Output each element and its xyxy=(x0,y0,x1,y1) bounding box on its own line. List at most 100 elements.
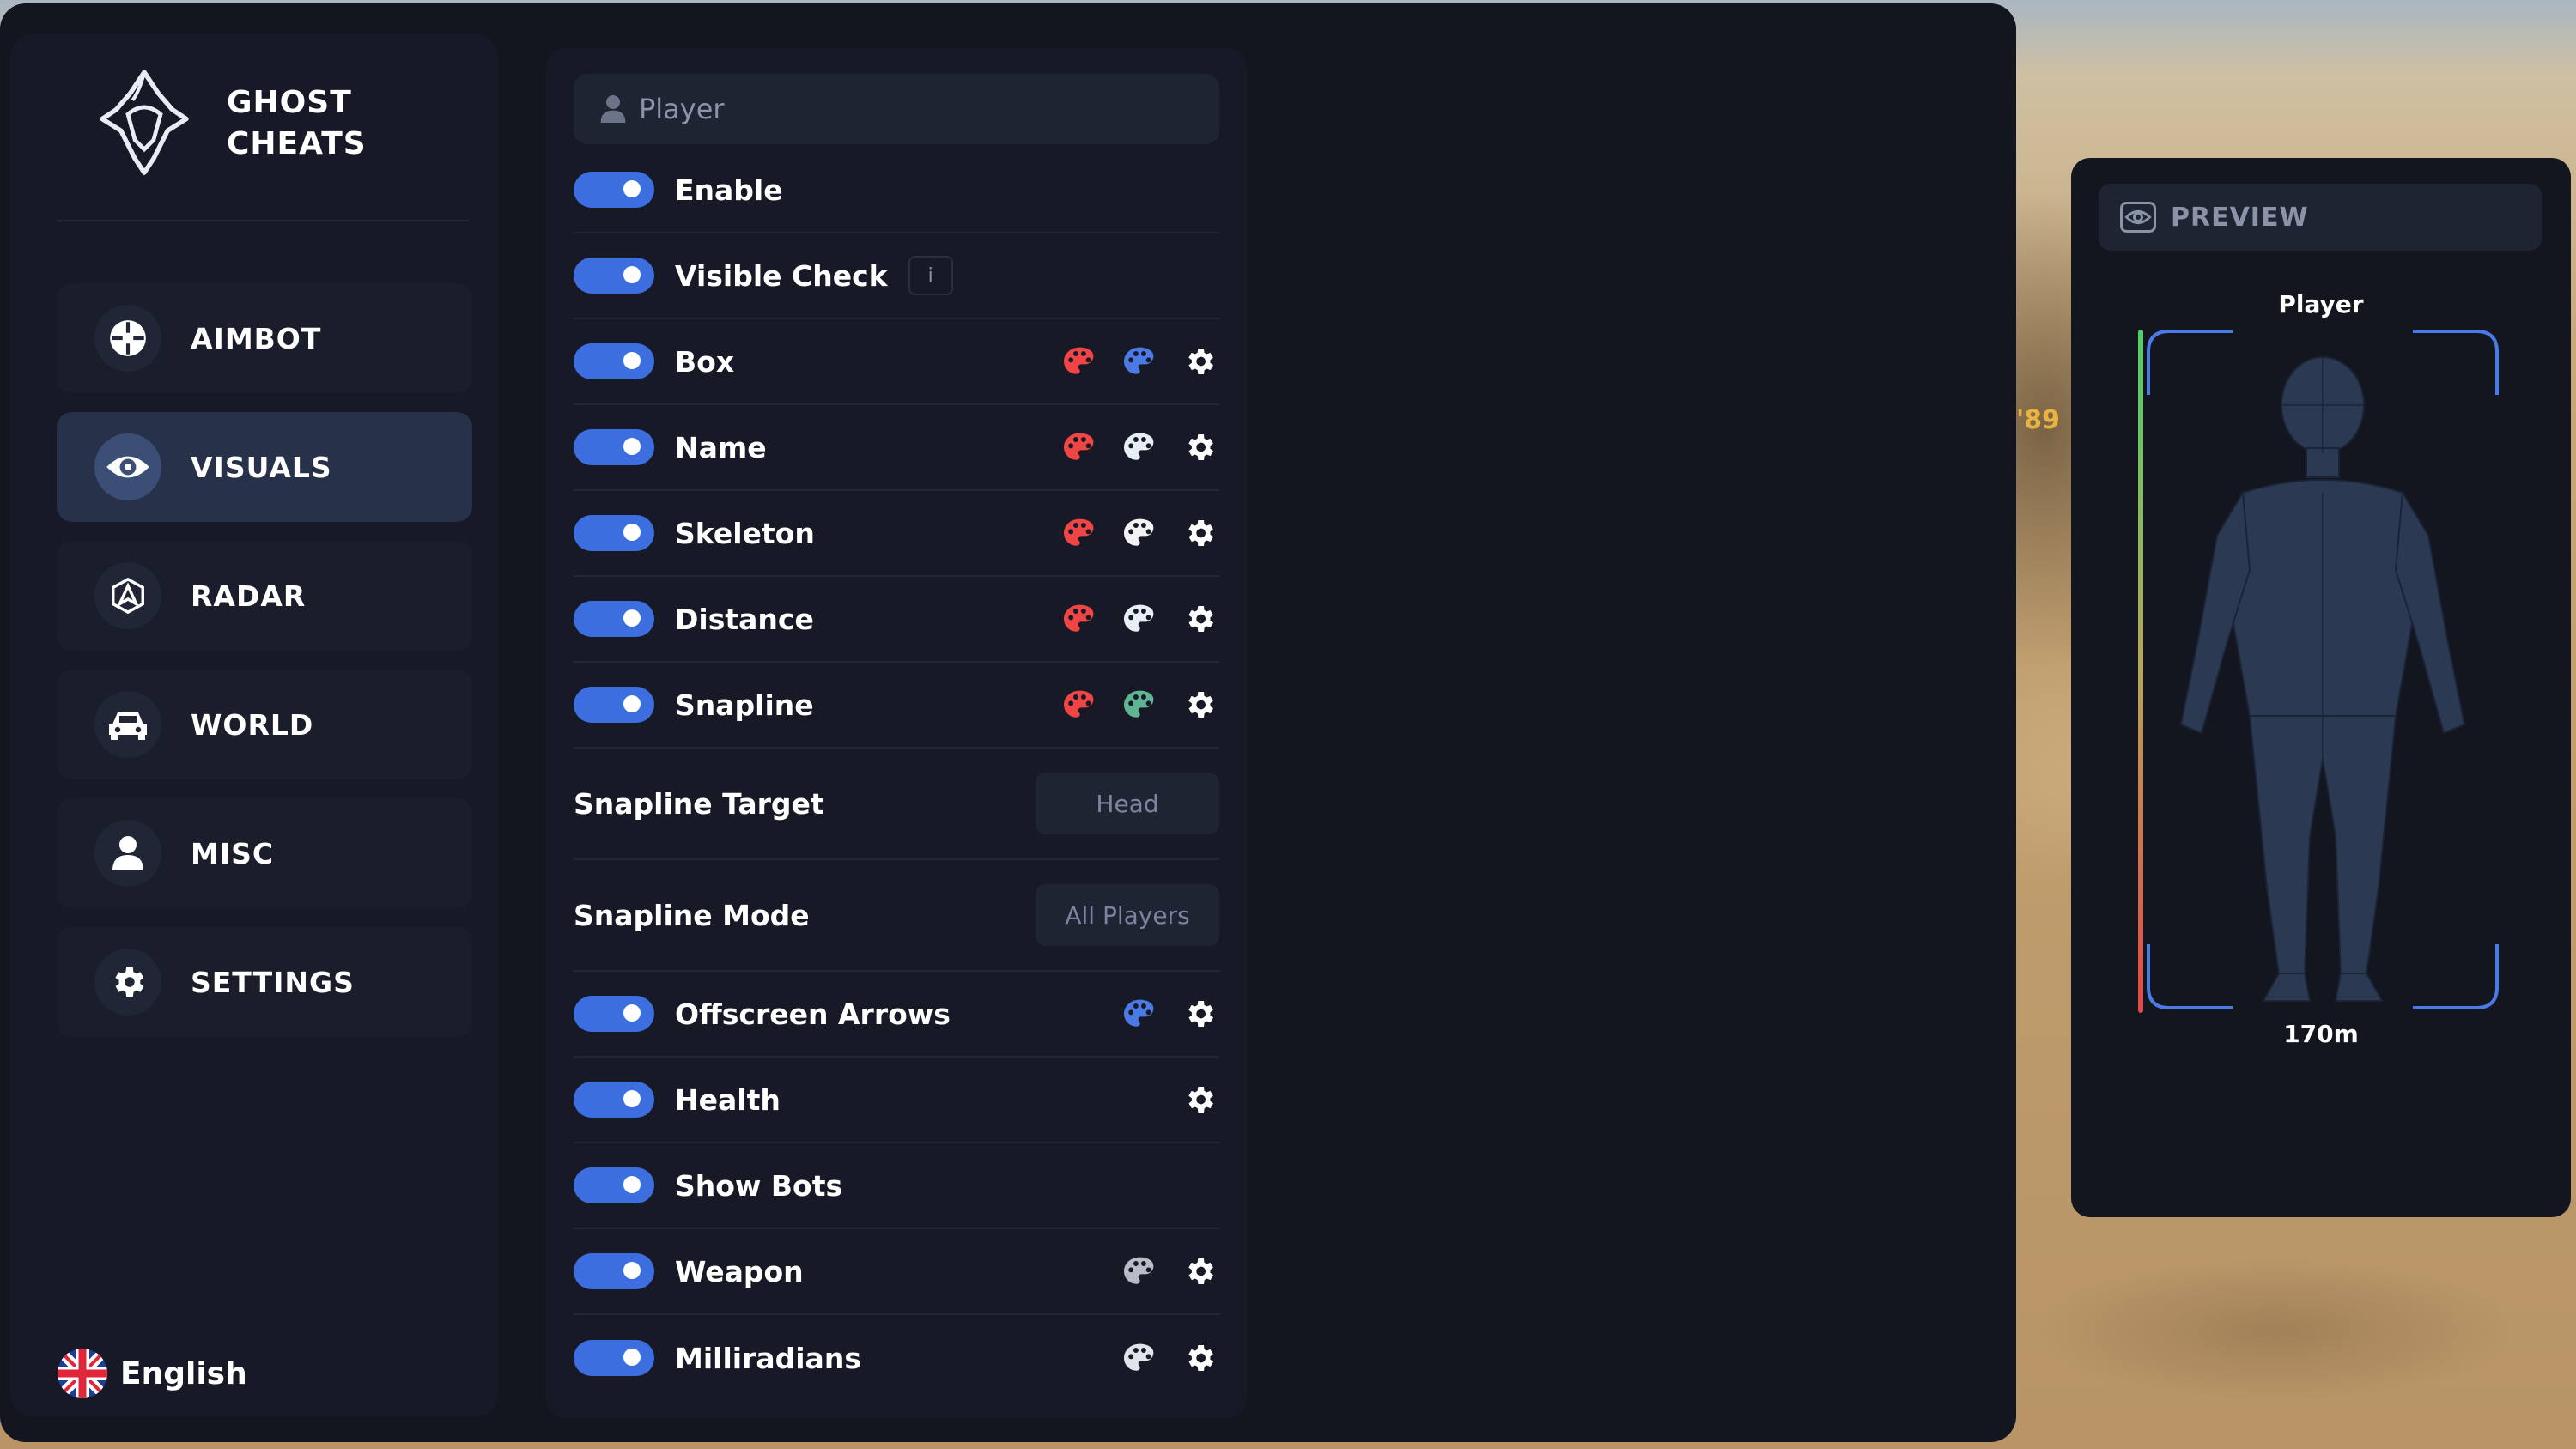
option-label: Name xyxy=(675,430,767,464)
radar-icon xyxy=(94,562,161,629)
option-row-enable: Enable xyxy=(574,148,1219,233)
color-picker-hidden-icon[interactable] xyxy=(1120,427,1159,467)
menu-window: GHOST CHEATS AIMBOT VISUALS RADAR WORLD … xyxy=(0,3,2016,1442)
option-row-health: Health xyxy=(574,1058,1219,1143)
color-picker-hidden-icon[interactable] xyxy=(1120,599,1159,639)
section-title: Player xyxy=(639,93,725,125)
color-picker-visible-icon[interactable] xyxy=(1060,513,1099,553)
eye-icon xyxy=(2120,202,2156,233)
user-icon xyxy=(600,95,626,123)
option-label: Distance xyxy=(675,602,814,636)
option-row-snapline: Snapline xyxy=(574,663,1219,749)
option-row-snapline-target: Snapline Target Head xyxy=(574,749,1219,860)
toggle-switch[interactable] xyxy=(574,172,654,208)
snapline-mode-dropdown[interactable]: All Players xyxy=(1036,884,1219,946)
language-label: English xyxy=(120,1355,247,1391)
crosshair-icon xyxy=(94,305,161,372)
option-label: Health xyxy=(675,1082,781,1117)
uk-flag-icon xyxy=(58,1349,107,1398)
settings-gear-icon[interactable] xyxy=(1180,599,1219,639)
preview-header: PREVIEW xyxy=(2099,184,2542,251)
color-picker-icon[interactable] xyxy=(1120,994,1159,1034)
sidebar-item-label: VISUALS xyxy=(191,450,332,484)
player-silhouette xyxy=(2179,356,2466,1002)
settings-gear-icon[interactable] xyxy=(1180,1338,1219,1378)
color-picker-visible-icon[interactable] xyxy=(1060,342,1099,381)
settings-gear-icon[interactable] xyxy=(1180,427,1219,467)
color-picker-icon[interactable] xyxy=(1120,1252,1159,1291)
sidebar-item-world[interactable]: WORLD xyxy=(57,670,472,779)
sidebar-item-radar[interactable]: RADAR xyxy=(57,541,472,651)
toggle-switch[interactable] xyxy=(574,996,654,1032)
option-row-visible-check: Visible Check i xyxy=(574,233,1219,319)
preview-panel: PREVIEW Player 170m xyxy=(2071,158,2571,1217)
settings-gear-icon[interactable] xyxy=(1180,1252,1219,1291)
sidebar-item-label: SETTINGS xyxy=(191,965,355,999)
settings-gear-icon[interactable] xyxy=(1180,342,1219,381)
toggle-switch[interactable] xyxy=(574,1253,654,1289)
option-label: Visible Check xyxy=(675,258,888,293)
option-label: Milliradians xyxy=(675,1341,861,1375)
option-row-name: Name xyxy=(574,405,1219,491)
color-picker-visible-icon[interactable] xyxy=(1060,427,1099,467)
sidebar-item-label: RADAR xyxy=(191,579,307,613)
preview-title: PREVIEW xyxy=(2171,202,2309,233)
toggle-switch[interactable] xyxy=(574,1167,654,1203)
option-label: Snapline Mode xyxy=(574,898,810,932)
ghost-logo-icon xyxy=(100,70,189,175)
settings-gear-icon[interactable] xyxy=(1180,1080,1219,1119)
visuals-panel: Player Enable Visible Check i Box Name S… xyxy=(546,48,1247,1418)
toggle-switch[interactable] xyxy=(574,687,654,723)
option-row-snapline-mode: Snapline Mode All Players xyxy=(574,860,1219,972)
brand-logo: GHOST CHEATS xyxy=(86,65,367,182)
language-selector[interactable]: English xyxy=(57,1348,247,1399)
color-picker-hidden-icon[interactable] xyxy=(1120,342,1159,381)
option-label: Skeleton xyxy=(675,516,815,550)
sidebar-item-visuals[interactable]: VISUALS xyxy=(57,412,472,522)
color-picker-visible-icon[interactable] xyxy=(1060,599,1099,639)
color-picker-hidden-icon[interactable] xyxy=(1120,513,1159,553)
settings-gear-icon[interactable] xyxy=(1180,513,1219,553)
option-label: Weapon xyxy=(675,1254,804,1288)
option-row-box: Box xyxy=(574,319,1219,405)
divider xyxy=(57,220,469,221)
sidebar-item-misc[interactable]: MISC xyxy=(57,798,472,908)
toggle-switch[interactable] xyxy=(574,258,654,294)
snapline-target-dropdown[interactable]: Head xyxy=(1036,773,1219,834)
sidebar-item-label: MISC xyxy=(191,836,275,870)
toggle-switch[interactable] xyxy=(574,1340,654,1376)
option-label: Box xyxy=(675,344,735,379)
option-row-show-bots: Show Bots xyxy=(574,1143,1219,1229)
user-icon xyxy=(94,820,161,887)
sidebar-item-settings[interactable]: SETTINGS xyxy=(57,927,472,1037)
toggle-switch[interactable] xyxy=(574,1082,654,1118)
info-button[interactable]: i xyxy=(908,256,953,295)
option-label: Show Bots xyxy=(675,1168,843,1203)
sidebar-item-aimbot[interactable]: AIMBOT xyxy=(57,283,472,393)
option-row-weapon: Weapon xyxy=(574,1229,1219,1315)
brand-line-1: GHOST xyxy=(227,85,352,120)
option-label: Offscreen Arrows xyxy=(675,997,951,1031)
option-label: Snapline Target xyxy=(574,786,824,821)
option-row-milliradians: Milliradians xyxy=(574,1315,1219,1401)
settings-gear-icon[interactable] xyxy=(1180,685,1219,724)
color-picker-visible-icon[interactable] xyxy=(1060,685,1099,724)
toggle-switch[interactable] xyxy=(574,343,654,379)
eye-icon xyxy=(94,433,161,500)
sidebar-item-label: WORLD xyxy=(191,707,314,742)
section-header: Player xyxy=(574,74,1219,144)
settings-gear-icon[interactable] xyxy=(1180,994,1219,1034)
game-hud-text: '89 xyxy=(2016,405,2060,435)
option-row-distance: Distance xyxy=(574,577,1219,663)
color-picker-icon[interactable] xyxy=(1120,1338,1159,1378)
preview-player-label: Player xyxy=(2278,290,2364,318)
color-picker-hidden-icon[interactable] xyxy=(1120,685,1159,724)
gear-icon xyxy=(94,949,161,1016)
brand-line-2: CHEATS xyxy=(227,126,367,161)
toggle-switch[interactable] xyxy=(574,429,654,465)
car-icon xyxy=(94,691,161,758)
toggle-switch[interactable] xyxy=(574,515,654,551)
option-label: Enable xyxy=(675,173,783,207)
toggle-switch[interactable] xyxy=(574,601,654,637)
option-row-skeleton: Skeleton xyxy=(574,491,1219,577)
